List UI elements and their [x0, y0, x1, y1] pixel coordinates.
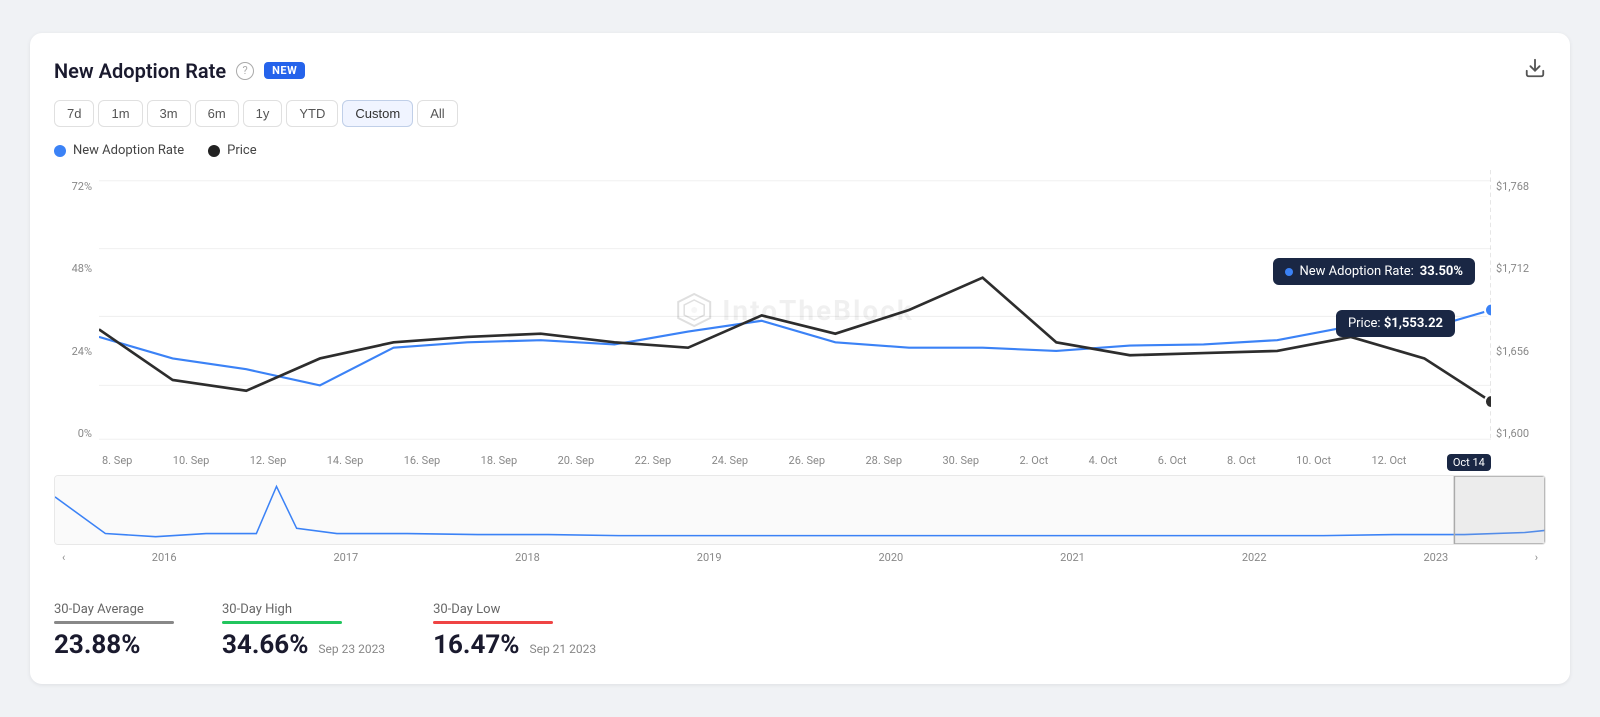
year-2019: 2019	[697, 551, 722, 564]
stat-average: 30-Day Average 23.88%	[54, 602, 174, 660]
x-label-15: 8. Oct	[1227, 454, 1256, 471]
x-label-10: 28. Sep	[866, 454, 903, 471]
x-label-active: Oct 14	[1447, 454, 1491, 471]
card-header: New Adoption Rate ? NEW	[54, 57, 1546, 84]
tooltip-adoption-value: 33.50%	[1420, 264, 1463, 279]
minimap-years: 2016 2017 2018 2019 2020 2021 2022 2023	[69, 551, 1530, 564]
filter-3m[interactable]: 3m	[147, 100, 191, 127]
year-2020: 2020	[878, 551, 903, 564]
main-card: New Adoption Rate ? NEW 7d 1m 3m 6m 1y Y…	[30, 33, 1570, 684]
tooltip-price-label: Price:	[1348, 316, 1381, 331]
chart-inner: IntoTheBlock New Adoption Rate: 33.50% P…	[99, 170, 1491, 450]
x-label-12: 2. Oct	[1019, 454, 1048, 471]
legend-adoption: New Adoption Rate	[54, 143, 184, 158]
x-label-16: 10. Oct	[1296, 454, 1331, 471]
filter-6m[interactable]: 6m	[195, 100, 239, 127]
stat-low: 30-Day Low 16.47% Sep 21 2023	[433, 602, 596, 660]
year-2021: 2021	[1060, 551, 1085, 564]
help-icon[interactable]: ?	[236, 62, 254, 80]
stat-high: 30-Day High 34.66% Sep 23 2023	[222, 602, 385, 660]
x-label-14: 6. Oct	[1158, 454, 1187, 471]
y-left-0: 0%	[54, 427, 92, 440]
y-axis-right: $1,768 $1,712 $1,656 $1,600	[1496, 170, 1546, 450]
tooltip-adoption: New Adoption Rate: 33.50%	[1273, 258, 1475, 285]
filter-1y[interactable]: 1y	[243, 100, 283, 127]
minimap-svg	[55, 476, 1545, 544]
minimap-left-arrow[interactable]: ‹	[58, 551, 69, 564]
x-label-1: 10. Sep	[173, 454, 210, 471]
stat-average-line	[54, 621, 174, 624]
minimap-nav: ‹ 2016 2017 2018 2019 2020 2021 2022 202…	[54, 549, 1546, 566]
filter-7d[interactable]: 7d	[54, 100, 94, 127]
filter-custom[interactable]: Custom	[342, 100, 413, 127]
filter-1m[interactable]: 1m	[98, 100, 142, 127]
x-label-13: 4. Oct	[1089, 454, 1118, 471]
year-2018: 2018	[515, 551, 540, 564]
tooltip-price-value: $1,553.22	[1384, 316, 1443, 331]
x-label-11: 30. Sep	[942, 454, 979, 471]
stats-section: 30-Day Average 23.88% 30-Day High 34.66%…	[54, 586, 1546, 660]
x-label-4: 16. Sep	[404, 454, 441, 471]
x-label-17: 12. Oct	[1371, 454, 1406, 471]
y-right-1768: $1,768	[1496, 180, 1546, 193]
x-label-9: 26. Sep	[789, 454, 826, 471]
stat-average-value: 23.88%	[54, 630, 174, 660]
x-axis: 8. Sep 10. Sep 12. Sep 14. Sep 16. Sep 1…	[54, 450, 1491, 475]
y-right-1656: $1,656	[1496, 345, 1546, 358]
stat-low-label: 30-Day Low	[433, 602, 596, 617]
year-2017: 2017	[333, 551, 358, 564]
y-left-72: 72%	[54, 180, 92, 193]
x-label-3: 14. Sep	[327, 454, 364, 471]
stat-low-line	[433, 621, 553, 624]
minimap-area	[54, 475, 1546, 545]
y-right-1712: $1,712	[1496, 262, 1546, 275]
legend-price: Price	[208, 143, 256, 158]
year-2022: 2022	[1242, 551, 1267, 564]
stat-average-label: 30-Day Average	[54, 602, 174, 617]
stat-high-value-wrap: 34.66% Sep 23 2023	[222, 630, 385, 660]
year-2023: 2023	[1423, 551, 1448, 564]
adoption-dot	[54, 145, 66, 157]
year-2016: 2016	[152, 551, 177, 564]
minimap-right-arrow[interactable]: ›	[1531, 551, 1542, 564]
filter-all[interactable]: All	[417, 100, 457, 127]
legend-adoption-label: New Adoption Rate	[73, 143, 184, 158]
x-label-7: 22. Sep	[635, 454, 672, 471]
x-label-2: 12. Sep	[250, 454, 287, 471]
x-label-5: 18. Sep	[481, 454, 518, 471]
y-axis-left: 72% 48% 24% 0%	[54, 170, 92, 450]
x-label-6: 20. Sep	[558, 454, 595, 471]
main-chart-area: 72% 48% 24% 0% $1,768 $1,712 $1,656 $1,6…	[54, 170, 1546, 450]
stat-high-line	[222, 621, 342, 624]
filter-ytd[interactable]: YTD	[286, 100, 338, 127]
chart-svg	[99, 170, 1491, 450]
stat-high-label: 30-Day High	[222, 602, 385, 617]
x-label-0: 8. Sep	[102, 454, 132, 471]
price-dot	[208, 145, 220, 157]
legend-price-label: Price	[227, 143, 256, 158]
y-right-1600: $1,600	[1496, 427, 1546, 440]
header-left: New Adoption Rate ? NEW	[54, 59, 305, 83]
chart-legend: New Adoption Rate Price	[54, 143, 1546, 158]
stat-low-value-wrap: 16.47% Sep 21 2023	[433, 630, 596, 660]
y-left-48: 48%	[54, 262, 92, 275]
tooltip-adoption-dot	[1285, 268, 1293, 276]
x-label-8: 24. Sep	[712, 454, 749, 471]
tooltip-adoption-label: New Adoption Rate:	[1299, 264, 1413, 279]
page-title: New Adoption Rate	[54, 59, 226, 83]
tooltip-price: Price: $1,553.22	[1336, 310, 1455, 337]
download-button[interactable]	[1524, 57, 1546, 84]
y-left-24: 24%	[54, 345, 92, 358]
time-filters: 7d 1m 3m 6m 1y YTD Custom All	[54, 100, 1546, 127]
new-badge: NEW	[264, 62, 305, 79]
